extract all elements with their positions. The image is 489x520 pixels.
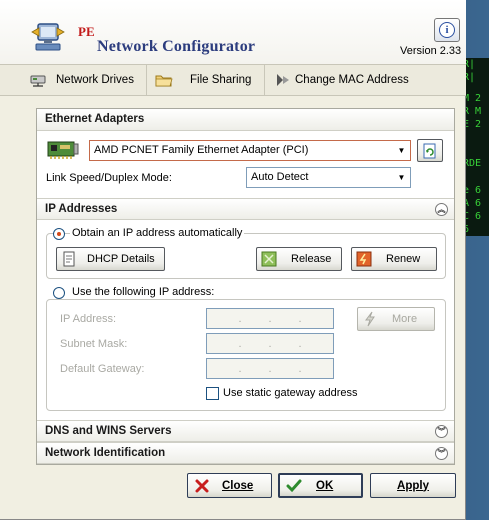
expand-icon[interactable]: ︾ bbox=[435, 447, 448, 460]
ip-heading: IP Addresses bbox=[45, 203, 118, 215]
release-button[interactable]: Release bbox=[256, 247, 342, 271]
ip-dot: . bbox=[268, 337, 272, 350]
ethernet-section-header: Ethernet Adapters bbox=[37, 109, 454, 131]
ip-dot: . bbox=[298, 337, 302, 350]
toolbar: Network Drives File Sharing Change MAC A… bbox=[0, 64, 466, 96]
ip-dot: . bbox=[238, 337, 242, 350]
release-label: Release bbox=[291, 253, 332, 265]
ip-dot: . bbox=[268, 362, 272, 375]
collapse-icon[interactable]: ︽ bbox=[435, 203, 448, 216]
more-button[interactable]: More bbox=[357, 307, 435, 331]
renew-icon bbox=[356, 251, 372, 267]
app-header: PE Network Configurator i Version 2.33 bbox=[0, 0, 466, 64]
ip-address-label: IP Address: bbox=[60, 313, 117, 325]
speed-label: Link Speed/Duplex Mode: bbox=[46, 172, 172, 184]
static-gateway-checkbox[interactable] bbox=[206, 387, 219, 400]
toolbar-change-mac[interactable]: Change MAC Address bbox=[265, 65, 465, 95]
release-icon bbox=[261, 251, 277, 267]
ip-section-header[interactable]: IP Addresses ︽ bbox=[37, 198, 454, 220]
refresh-icon bbox=[423, 143, 436, 158]
subnet-mask-label: Subnet Mask: bbox=[60, 338, 128, 350]
manual-ip-label[interactable]: Use the following IP address: bbox=[70, 286, 217, 298]
refresh-adapters-button[interactable] bbox=[417, 139, 443, 162]
toolbar-file-sharing[interactable]: File Sharing bbox=[147, 65, 265, 95]
ip-dot: . bbox=[268, 312, 272, 325]
folder-icon bbox=[155, 75, 173, 87]
dns-section-header[interactable]: DNS and WINS Servers ︾ bbox=[37, 420, 454, 442]
dhcp-details-button[interactable]: DHCP Details bbox=[56, 247, 165, 271]
network-drive-icon bbox=[30, 75, 46, 87]
lightning-icon bbox=[365, 311, 375, 327]
renew-button[interactable]: Renew bbox=[351, 247, 437, 271]
app-title: Network Configurator bbox=[97, 38, 256, 55]
network-logo-icon bbox=[31, 23, 65, 51]
expand-icon[interactable]: ︾ bbox=[435, 425, 448, 438]
manual-ip-radio[interactable] bbox=[53, 287, 65, 299]
ip-dot: . bbox=[298, 312, 302, 325]
network-card-icon bbox=[47, 141, 79, 159]
info-icon: i bbox=[439, 22, 455, 38]
default-gateway-label: Default Gateway: bbox=[60, 363, 145, 375]
network-drives-label: Network Drives bbox=[56, 74, 134, 86]
default-gateway-input[interactable]: . . . bbox=[206, 358, 334, 379]
dns-heading: DNS and WINS Servers bbox=[45, 425, 172, 437]
pe-label: PE bbox=[78, 24, 95, 39]
mac-address-icon bbox=[277, 74, 289, 86]
netid-section-header[interactable]: Network Identification ︾ bbox=[37, 442, 454, 464]
ip-dot: . bbox=[238, 362, 242, 375]
desktop-text-column: R| R| M 2 R M E 2 RDE e 6 A 6 C 6 6 bbox=[463, 58, 489, 236]
network-configurator-window: PE Network Configurator i Version 2.33 N… bbox=[0, 0, 466, 520]
chevron-down-icon: ▼ bbox=[397, 173, 406, 182]
static-gateway-label[interactable]: Use static gateway address bbox=[223, 387, 358, 399]
more-label: More bbox=[392, 313, 418, 325]
ip-dot: . bbox=[238, 312, 242, 325]
apply-label: Apply bbox=[397, 479, 429, 492]
dhcp-details-label: DHCP Details bbox=[87, 253, 155, 265]
close-label: Close bbox=[222, 479, 254, 492]
chevron-down-icon: ▼ bbox=[397, 146, 406, 155]
ip-address-input[interactable]: . . . bbox=[206, 308, 334, 329]
change-mac-label: Change MAC Address bbox=[295, 74, 409, 86]
ethernet-heading: Ethernet Adapters bbox=[45, 113, 145, 125]
version-label: Version 2.33 bbox=[400, 45, 462, 57]
info-button[interactable]: i bbox=[434, 18, 460, 42]
apply-button[interactable]: Apply bbox=[370, 473, 456, 498]
speed-select[interactable]: Auto Detect ▼ bbox=[246, 167, 411, 188]
renew-label: Renew bbox=[386, 253, 421, 265]
ok-label: OK bbox=[316, 479, 334, 492]
subnet-mask-input[interactable]: . . . bbox=[206, 333, 334, 354]
netid-heading: Network Identification bbox=[45, 447, 166, 459]
ok-button[interactable]: OK bbox=[278, 473, 363, 498]
ip-dot: . bbox=[298, 362, 302, 375]
auto-ip-radio[interactable] bbox=[53, 228, 65, 240]
main-panel: Ethernet Adapters AMD PCNET Family Ether… bbox=[36, 108, 455, 465]
adapter-select-value: AMD PCNET Family Ethernet Adapter (PCI) bbox=[94, 144, 309, 156]
close-icon bbox=[195, 479, 209, 492]
checkmark-icon bbox=[286, 479, 302, 492]
adapter-select[interactable]: AMD PCNET Family Ethernet Adapter (PCI) … bbox=[89, 140, 411, 161]
auto-ip-label[interactable]: Obtain an IP address automatically bbox=[70, 227, 245, 239]
file-sharing-label: File Sharing bbox=[190, 74, 252, 86]
toolbar-network-drives[interactable]: Network Drives bbox=[0, 65, 147, 95]
document-icon bbox=[63, 251, 75, 267]
close-button[interactable]: Close bbox=[187, 473, 272, 498]
speed-select-value: Auto Detect bbox=[251, 171, 309, 183]
